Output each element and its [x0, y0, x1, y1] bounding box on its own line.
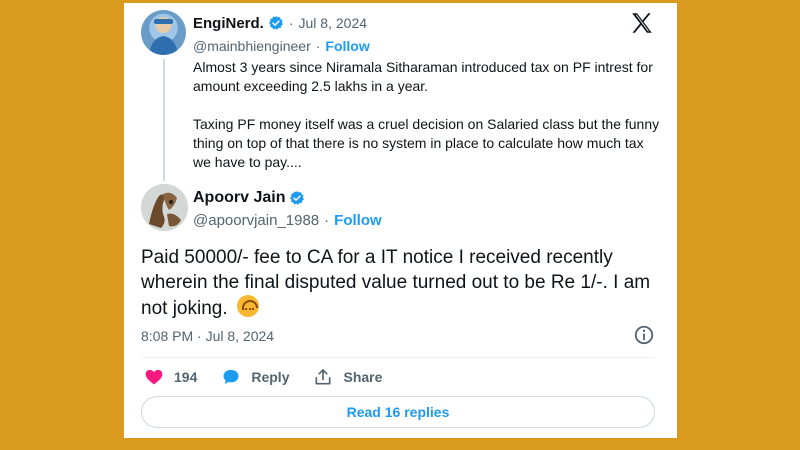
avatar[interactable] [141, 10, 186, 55]
verified-badge-icon [290, 191, 305, 205]
author-name[interactable]: EngiNerd. [193, 15, 264, 32]
tweet-paragraph: Almost 3 years since Niramala Sitharaman… [193, 59, 653, 94]
main-tweet-header: Apoorv Jain [193, 188, 305, 208]
separator-dot: · [315, 38, 321, 54]
separator-dot: · [288, 15, 294, 31]
parent-tweet-header: EngiNerd. · Jul 8, 2024 [193, 13, 367, 33]
x-logo-icon[interactable] [629, 10, 655, 36]
parent-tweet-handle-row: @mainbhiengineer · Follow [193, 36, 370, 56]
tweet-timestamp[interactable]: 8:08 PM · Jul 8, 2024 [141, 326, 274, 346]
author-handle[interactable]: @apoorvjain_1988 [193, 212, 319, 229]
reply-label: Reply [251, 369, 290, 385]
verified-badge-icon [268, 16, 283, 30]
upside-down-face-emoji-icon [236, 295, 259, 317]
avatar[interactable] [141, 184, 188, 231]
main-tweet-text: Paid 50000/- fee to CA for a IT notice I… [141, 245, 661, 321]
share-label: Share [343, 369, 383, 385]
parent-tweet-text: Almost 3 years since Niramala Sitharaman… [193, 58, 663, 172]
info-icon[interactable] [633, 324, 655, 346]
action-bar: 194 Reply Share [144, 365, 406, 389]
share-button[interactable]: Share [313, 367, 382, 387]
like-button[interactable]: 194 [144, 367, 197, 387]
follow-button[interactable]: Follow [325, 38, 369, 54]
reply-icon [223, 369, 239, 385]
follow-button[interactable]: Follow [334, 212, 382, 229]
tweet-date[interactable]: Jul 8, 2024 [299, 15, 368, 31]
author-name[interactable]: Apoorv Jain [193, 189, 285, 207]
reply-button[interactable]: Reply [221, 367, 289, 387]
heart-icon [145, 369, 163, 385]
main-tweet-handle-row: @apoorvjain_1988 · Follow [193, 210, 382, 230]
read-replies-button[interactable]: Read 16 replies [141, 396, 655, 428]
tweet-body: Paid 50000/- fee to CA for a IT notice I… [141, 247, 651, 319]
tweet-embed-card: EngiNerd. · Jul 8, 2024 @mainbhiengineer… [124, 3, 677, 438]
tweet-paragraph: Taxing PF money itself was a cruel decis… [193, 116, 660, 170]
separator-dot: · [324, 211, 330, 229]
divider [141, 357, 655, 358]
author-handle[interactable]: @mainbhiengineer [193, 38, 311, 54]
thread-connector-line [163, 59, 165, 181]
like-count: 194 [174, 369, 198, 385]
share-icon [315, 369, 331, 385]
